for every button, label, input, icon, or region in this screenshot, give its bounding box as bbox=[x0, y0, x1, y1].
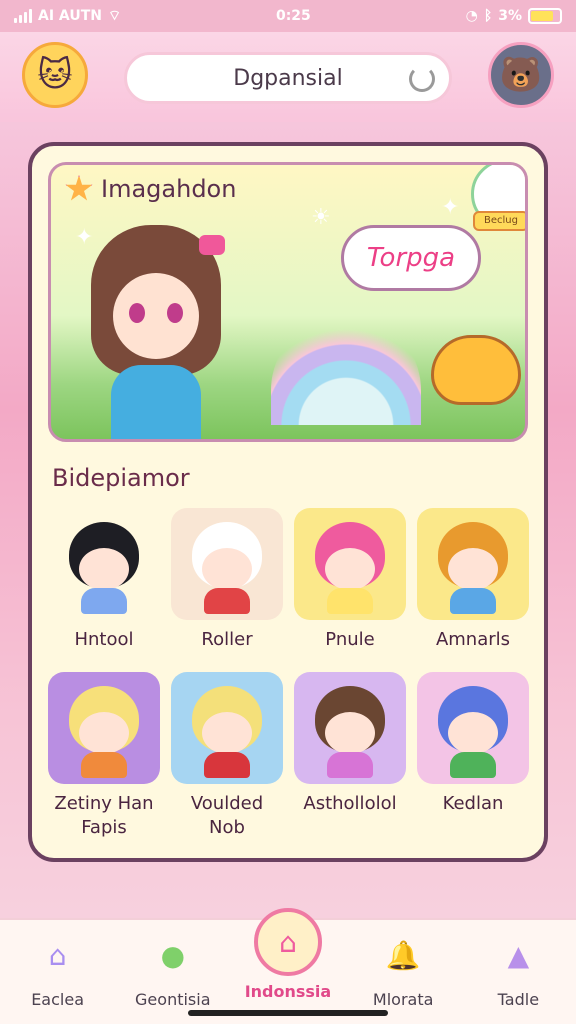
character-avatar bbox=[48, 672, 160, 784]
nav-label: Geontisia bbox=[135, 990, 211, 1009]
nav-item-2[interactable]: ● Geontisia bbox=[118, 932, 228, 1010]
status-bar: AI AUTN ⌔ 0:25 ◔ ᛒ 3% bbox=[0, 0, 576, 32]
character-tile[interactable]: Amnarls bbox=[417, 508, 529, 652]
hero-title: Imagahdon bbox=[65, 175, 236, 203]
main-card: Imagahdon ✦ ☀ ✦ Torpga Beclug Bidepiamor… bbox=[28, 142, 548, 862]
eye bbox=[129, 303, 145, 323]
character-outfit bbox=[81, 752, 127, 778]
friend-avatar-button[interactable]: 🐻 bbox=[488, 42, 554, 108]
nav-label: Mlorata bbox=[372, 990, 434, 1009]
character-avatar bbox=[171, 672, 283, 784]
character-tile[interactable]: Roller bbox=[171, 508, 283, 652]
character-tile[interactable]: Asthollolol bbox=[294, 672, 406, 840]
character-face bbox=[448, 548, 498, 590]
character-outfit bbox=[327, 752, 373, 778]
character-tile[interactable]: Zetiny Han Fapis bbox=[48, 672, 160, 840]
girl-face bbox=[113, 273, 199, 359]
character-name: Pnule bbox=[325, 629, 375, 650]
alarm-icon: ◔ bbox=[465, 8, 478, 24]
nav-label: Tadle bbox=[497, 990, 540, 1009]
cat-character bbox=[431, 335, 521, 405]
search-bar[interactable]: Dgpansial bbox=[124, 52, 452, 104]
wifi-icon: ⌔ bbox=[107, 8, 122, 24]
hero-title-text: Imagahdon bbox=[101, 175, 237, 203]
character-name: Asthollolol bbox=[303, 793, 397, 814]
character-name: Amnarls bbox=[435, 629, 511, 650]
nav-item-1[interactable]: ⌂ Eaclea bbox=[3, 932, 113, 1010]
home-indicator[interactable] bbox=[188, 1010, 388, 1016]
girl-character bbox=[81, 215, 231, 439]
character-avatar bbox=[48, 508, 160, 620]
bell-icon: 🔔 bbox=[385, 938, 421, 972]
character-avatar bbox=[417, 508, 529, 620]
section-title: Bidepiamor bbox=[52, 464, 190, 492]
character-face bbox=[325, 712, 375, 754]
character-face bbox=[448, 712, 498, 754]
nav-label: Indonssia bbox=[244, 982, 332, 1001]
speech-bubble: Torpga bbox=[341, 225, 481, 291]
character-face bbox=[79, 548, 129, 590]
blob-icon: ● bbox=[160, 938, 185, 972]
battery-level bbox=[531, 11, 554, 21]
character-face bbox=[202, 548, 252, 590]
battery-icon bbox=[528, 8, 562, 24]
hero-banner[interactable]: Imagahdon ✦ ☀ ✦ Torpga Beclug bbox=[48, 162, 528, 442]
character-tile[interactable]: Hntool bbox=[48, 508, 160, 652]
character-name: Kedlan bbox=[442, 793, 504, 814]
character-outfit bbox=[450, 588, 496, 614]
house-icon: ⌂ bbox=[48, 938, 67, 972]
nav-item-5[interactable]: ▲ Tadle bbox=[463, 932, 573, 1010]
character-face bbox=[79, 712, 129, 754]
cat-mascot-icon: 🐱 bbox=[37, 55, 73, 95]
bottom-navigation: ⌂ Eaclea ● Geontisia ⌂ Indonssia 🔔 Mlorata ▲ Tadl… bbox=[0, 908, 576, 1024]
character-tile[interactable]: Pnule bbox=[294, 508, 406, 652]
speech-bubble-text: Torpga bbox=[366, 243, 456, 273]
mountain-icon: ▲ bbox=[507, 938, 530, 972]
home-icon: ⌂ bbox=[253, 908, 322, 976]
character-grid: Hntool Roller Pnule Amnarls Zetiny Han Fapis… bbox=[48, 508, 532, 840]
bow-icon bbox=[199, 235, 225, 255]
character-avatar bbox=[294, 672, 406, 784]
character-name: Zetiny Han Fapis bbox=[54, 793, 154, 838]
nav-label: Eaclea bbox=[31, 990, 84, 1009]
character-face bbox=[325, 548, 375, 590]
critter-mascot-icon: 🐻 bbox=[499, 55, 543, 95]
character-name: Hntool bbox=[74, 629, 134, 650]
nav-item-3[interactable]: ⌂ Indonssia bbox=[233, 908, 343, 1001]
signal-icon bbox=[14, 9, 32, 23]
character-tile[interactable]: Kedlan bbox=[417, 672, 529, 840]
status-left: AI AUTN ⌔ bbox=[14, 7, 121, 25]
carrier-label: AI AUTN bbox=[38, 8, 102, 24]
app-header: 🐱 Dgpansial 🐻 bbox=[0, 32, 576, 122]
star-icon bbox=[65, 175, 93, 201]
eye bbox=[167, 303, 183, 323]
clock: 0:25 bbox=[275, 8, 311, 24]
sun-icon: ☀ bbox=[311, 205, 331, 230]
character-face bbox=[202, 712, 252, 754]
character-avatar bbox=[171, 508, 283, 620]
character-outfit bbox=[450, 752, 496, 778]
rainbow-icon bbox=[271, 315, 421, 425]
character-outfit bbox=[204, 588, 250, 614]
character-outfit bbox=[81, 588, 127, 614]
character-outfit bbox=[327, 588, 373, 614]
character-name: Voulded Nob bbox=[190, 793, 264, 838]
refresh-icon[interactable] bbox=[409, 66, 435, 92]
nav-item-4[interactable]: 🔔 Mlorata bbox=[348, 932, 458, 1010]
character-avatar bbox=[417, 672, 529, 784]
battery-percent: 3% bbox=[498, 8, 522, 24]
character-tile[interactable]: Voulded Nob bbox=[171, 672, 283, 840]
character-outfit bbox=[204, 752, 250, 778]
character-avatar bbox=[294, 508, 406, 620]
status-right: ◔ ᛒ 3% bbox=[466, 8, 562, 24]
bluetooth-icon: ᛒ bbox=[483, 8, 493, 24]
character-name: Roller bbox=[201, 629, 253, 650]
profile-avatar-button[interactable]: 🐱 bbox=[22, 42, 88, 108]
girl-dress bbox=[111, 365, 201, 439]
search-text: Dgpansial bbox=[233, 65, 343, 91]
mascot-badge: Beclug bbox=[473, 211, 525, 231]
sparkle-icon: ✦ bbox=[441, 195, 460, 220]
